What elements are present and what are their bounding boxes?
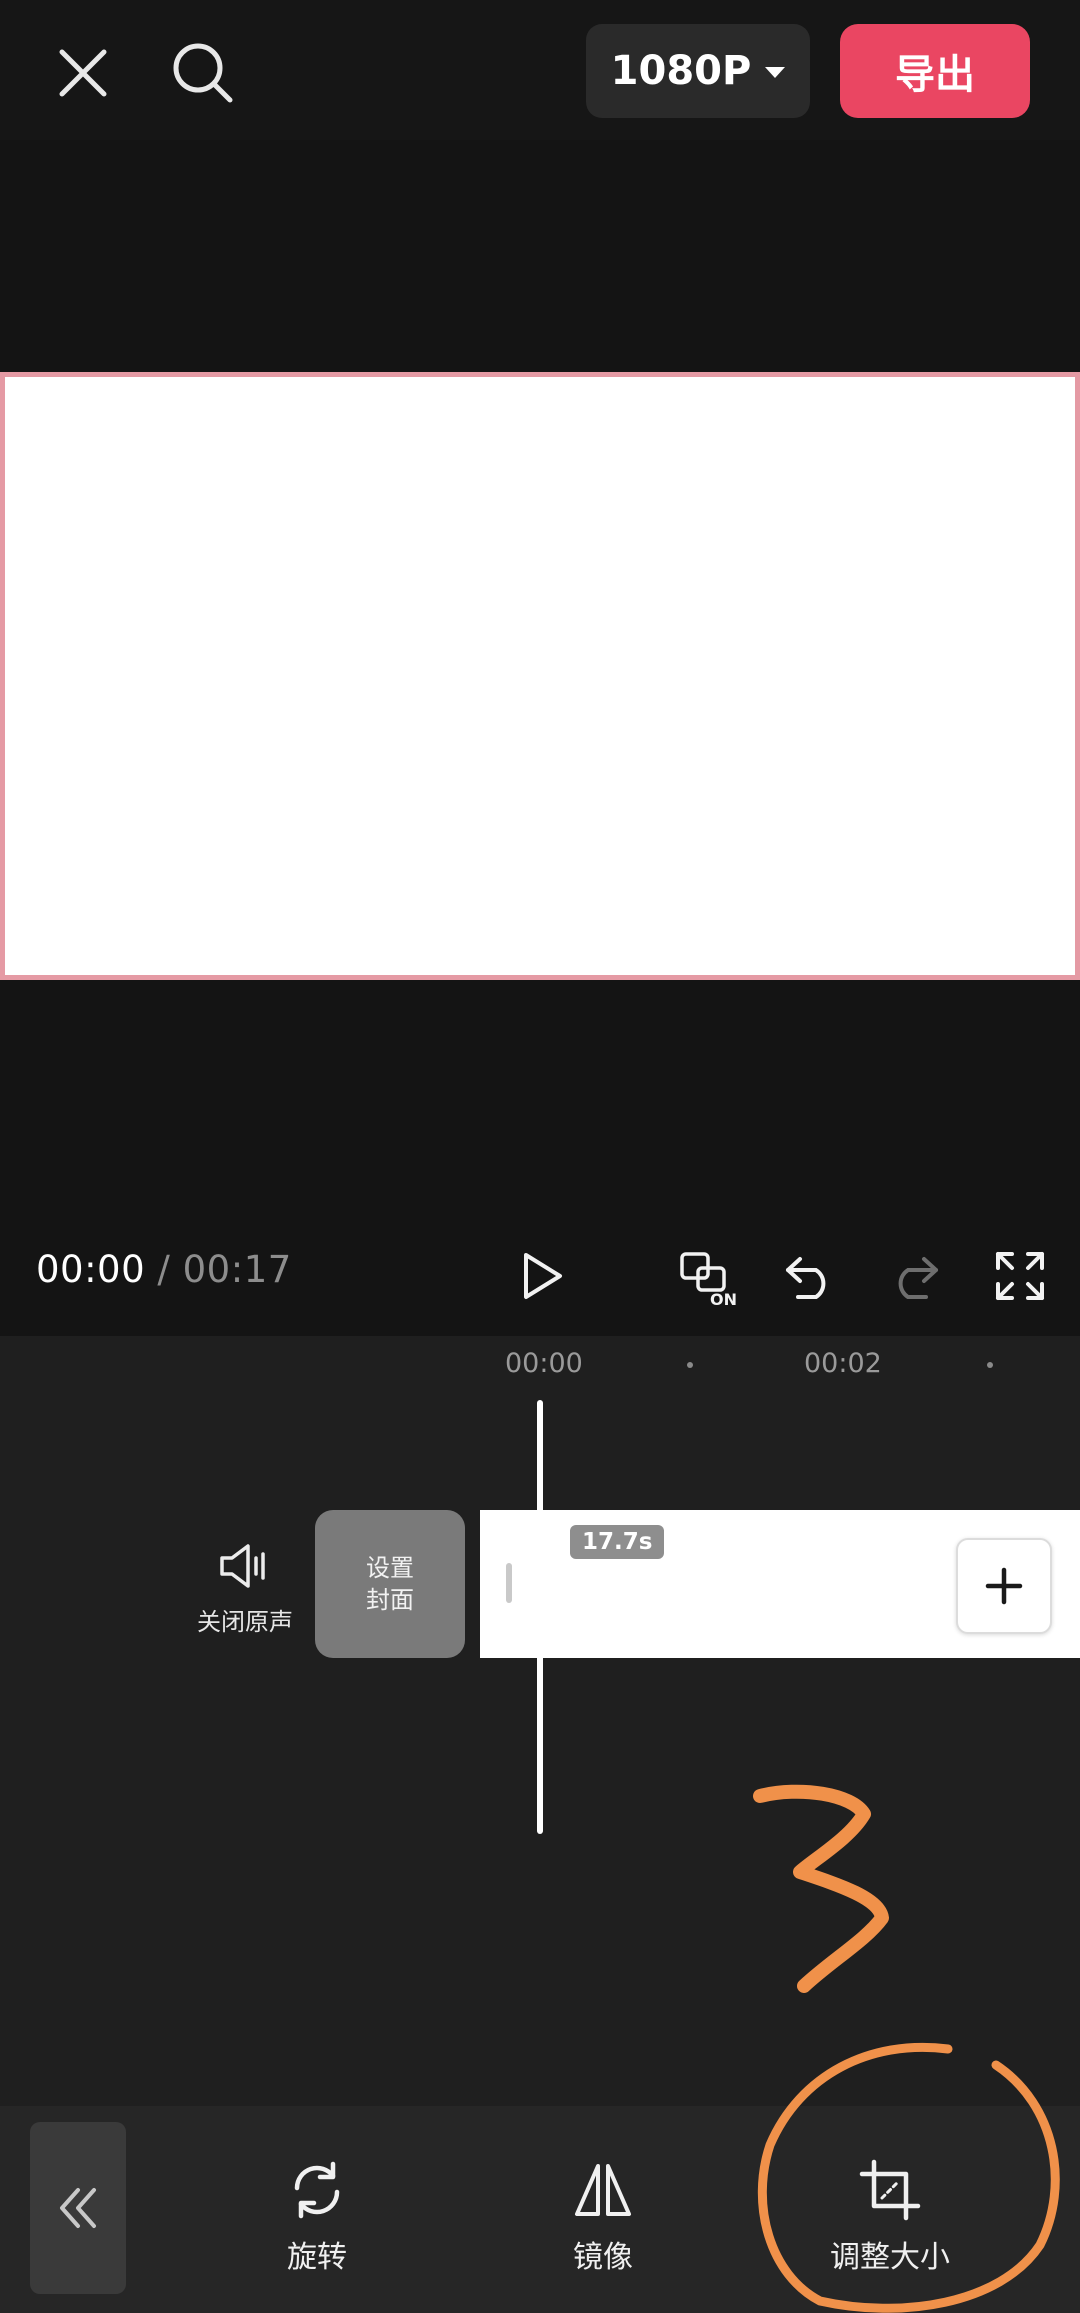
handwritten-number-annotation xyxy=(753,1784,889,1993)
mirror-icon xyxy=(575,2164,631,2216)
mirror-label: 镜像 xyxy=(573,2240,633,2275)
caret-down-icon xyxy=(765,66,786,78)
clip-duration-badge: 17.7s xyxy=(570,1525,665,1559)
ruler-label: 00:00 xyxy=(505,1348,583,1379)
search-button[interactable] xyxy=(160,30,246,116)
ruler-dot xyxy=(687,1362,693,1368)
undo-button[interactable] xyxy=(778,1244,842,1308)
double-chevron-left-icon xyxy=(60,2188,96,2228)
rotate-label: 旋转 xyxy=(287,2240,347,2275)
rotate-tool[interactable]: 旋转 xyxy=(217,2158,417,2276)
set-cover-button[interactable]: 设置 封面 xyxy=(315,1510,465,1658)
playhead[interactable] xyxy=(537,1400,543,1834)
cover-label-line2: 封面 xyxy=(366,1586,414,1614)
resolution-selector[interactable]: 1080P xyxy=(586,24,810,118)
speaker-icon xyxy=(220,1544,265,1588)
fullscreen-button[interactable] xyxy=(988,1244,1052,1308)
fullscreen-icon xyxy=(996,1252,1044,1300)
redo-icon xyxy=(898,1257,938,1299)
keyframe-on-icon: ON xyxy=(680,1252,737,1308)
keyframe-toggle[interactable]: ON xyxy=(672,1244,744,1312)
resolution-value: 1080P xyxy=(610,48,752,94)
video-preview[interactable] xyxy=(0,372,1080,980)
total-time: 00:17 xyxy=(182,1248,292,1291)
ruler-dot xyxy=(987,1362,993,1368)
close-button[interactable] xyxy=(40,30,126,116)
mute-label: 关闭原声 xyxy=(197,1608,293,1636)
ruler-label: 00:02 xyxy=(804,1348,882,1379)
redo-button[interactable] xyxy=(882,1244,946,1308)
export-button[interactable]: 导出 xyxy=(840,24,1030,118)
time-separator: / xyxy=(157,1248,171,1291)
timecode: 00:00 / 00:17 xyxy=(36,1248,292,1291)
play-icon xyxy=(524,1253,562,1299)
clip-trim-handle[interactable] xyxy=(506,1563,512,1603)
current-time: 00:00 xyxy=(36,1248,146,1291)
mute-original-sound-button[interactable]: 关闭原声 xyxy=(180,1540,310,1637)
svg-text:ON: ON xyxy=(710,1290,737,1308)
search-icon xyxy=(173,43,233,103)
handwritten-circle-annotation xyxy=(757,2042,1060,2313)
add-clip-button[interactable] xyxy=(956,1538,1052,1634)
plus-icon xyxy=(985,1567,1023,1605)
mirror-tool[interactable]: 镜像 xyxy=(503,2158,703,2276)
undo-icon xyxy=(786,1257,826,1299)
back-button[interactable] xyxy=(30,2122,126,2294)
rotate-icon xyxy=(294,2161,340,2219)
cover-label-line1: 设置 xyxy=(366,1554,414,1582)
close-icon xyxy=(59,49,107,97)
play-button[interactable] xyxy=(510,1244,574,1308)
